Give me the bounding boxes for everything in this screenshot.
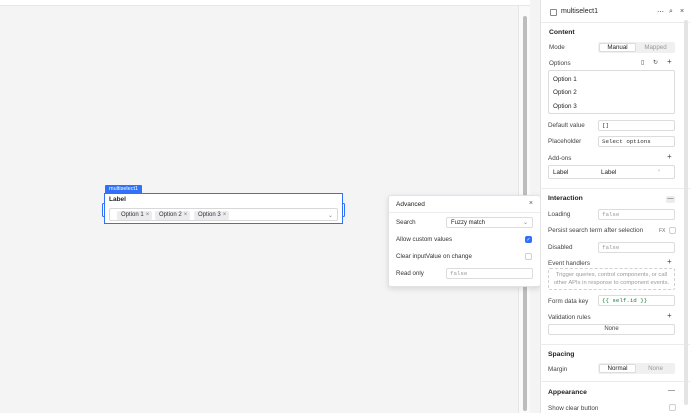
show-clear-button-checkbox[interactable] xyxy=(669,404,676,411)
chip-remove-icon[interactable]: × xyxy=(184,212,188,218)
validation-rules-none[interactable]: None xyxy=(548,324,675,335)
add-event-handler-icon[interactable]: + xyxy=(667,257,672,266)
option-item[interactable]: Option 3 xyxy=(553,103,577,110)
margin-segmented-control[interactable]: Normal None xyxy=(598,363,675,374)
addon-label-row[interactable]: Label Label › xyxy=(548,165,675,179)
loading-label: Loading xyxy=(548,211,571,218)
persist-search-checkbox[interactable] xyxy=(669,227,676,234)
more-icon[interactable]: ⋯ xyxy=(657,8,664,16)
advanced-popover: Advanced × Search Fuzzy match ⌄ Allow cu… xyxy=(388,195,541,287)
default-value-input[interactable]: [] xyxy=(598,120,675,131)
placeholder-label: Placeholder xyxy=(548,138,582,145)
options-label: Options xyxy=(549,60,571,67)
chevron-down-icon: ⌄ xyxy=(522,220,528,226)
add-validation-rule-icon[interactable]: + xyxy=(667,311,672,320)
options-list: Option 1 Option 2 Option 3 xyxy=(548,70,675,114)
selected-chip[interactable]: Option 2 × xyxy=(155,211,191,220)
mode-segmented-control[interactable]: Manual Mapped xyxy=(598,42,675,53)
collapse-icon[interactable]: — xyxy=(666,196,675,203)
multiselect-input[interactable]: Option 1 × Option 2 × Option 3 × ⌄ xyxy=(109,208,338,221)
fx-toggle[interactable]: FX xyxy=(659,228,665,234)
event-handlers-label: Event handlers xyxy=(548,260,591,267)
validation-rules-label: Validation rules xyxy=(548,314,591,321)
mode-mapped-option[interactable]: Mapped xyxy=(637,43,674,52)
chip-label: Option 1 xyxy=(121,212,144,218)
mode-label: Mode xyxy=(549,44,565,51)
close-icon[interactable]: × xyxy=(529,200,533,207)
addon-label-value: Label xyxy=(601,169,617,176)
show-clear-button-label: Show clear button xyxy=(548,405,599,412)
spacing-section-title: Spacing xyxy=(548,351,575,358)
divider xyxy=(540,344,690,345)
component-icon xyxy=(550,9,557,16)
read-only-label: Read only xyxy=(396,270,424,277)
chip-label: Option 2 xyxy=(159,212,182,218)
chip-remove-icon[interactable]: × xyxy=(146,212,150,218)
appearance-section-title: Appearance xyxy=(548,389,587,396)
search-icon[interactable]: ⌕ xyxy=(669,8,673,16)
advanced-title: Advanced xyxy=(396,201,425,208)
interaction-section-title: Interaction xyxy=(548,195,583,202)
multiselect-component[interactable]: Label Option 1 × Option 2 × Option 3 × ⌄ xyxy=(102,193,345,224)
margin-label: Margin xyxy=(548,366,568,373)
read-only-input[interactable]: false xyxy=(446,268,533,279)
allow-custom-values-checkbox[interactable]: ✓ xyxy=(525,236,532,243)
selected-chip[interactable]: Option 1 × xyxy=(117,211,153,220)
margin-normal-option[interactable]: Normal xyxy=(599,364,636,373)
disabled-label: Disabled xyxy=(548,244,573,251)
clear-input-label: Clear inputValue on change xyxy=(396,253,472,260)
form-data-key-input[interactable]: {{ self.id }} xyxy=(598,295,675,306)
multiselect-label: Label xyxy=(109,196,126,203)
placeholder-input[interactable]: Select options xyxy=(598,136,675,147)
component-name-tag[interactable]: multiselect1 xyxy=(105,185,143,193)
collapse-icon[interactable]: — xyxy=(668,387,675,394)
refresh-icon[interactable]: ↻ xyxy=(653,59,658,66)
book-icon[interactable]: ▯ xyxy=(641,59,644,66)
resize-handle-left[interactable] xyxy=(102,203,105,217)
addon-label-name: Label xyxy=(553,169,569,176)
search-mode-select[interactable]: Fuzzy match ⌄ xyxy=(446,217,533,228)
add-addon-icon[interactable]: + xyxy=(667,152,672,161)
persist-search-label: Persist search term after selection xyxy=(548,227,644,234)
search-mode-value: Fuzzy match xyxy=(451,220,486,226)
content-section-title: Content xyxy=(549,29,575,36)
chevron-right-icon: › xyxy=(658,168,660,174)
divider xyxy=(541,22,690,23)
mode-manual-option[interactable]: Manual xyxy=(599,43,636,52)
chip-remove-icon[interactable]: × xyxy=(223,212,227,218)
close-icon[interactable]: × xyxy=(680,8,684,15)
option-item[interactable]: Option 1 xyxy=(553,76,577,83)
chip-label: Option 3 xyxy=(198,212,221,218)
clear-input-checkbox[interactable] xyxy=(525,253,532,260)
event-handlers-empty-state: Trigger queries, control components, or … xyxy=(548,268,675,290)
divider xyxy=(540,188,690,189)
loading-input[interactable]: false xyxy=(598,209,675,220)
resize-handle-right[interactable] xyxy=(342,203,345,217)
chevron-down-icon[interactable]: ⌄ xyxy=(328,212,333,219)
search-label: Search xyxy=(396,219,416,226)
disabled-input[interactable]: false xyxy=(598,242,675,253)
default-value-label: Default value xyxy=(548,122,585,129)
inspector-title[interactable]: multiselect1 xyxy=(561,8,598,15)
addons-label: Add-ons xyxy=(548,155,572,162)
panel-scrollbar[interactable] xyxy=(684,20,688,405)
option-item[interactable]: Option 2 xyxy=(553,89,577,96)
margin-none-option[interactable]: None xyxy=(637,364,674,373)
divider xyxy=(540,381,690,382)
divider xyxy=(389,212,540,213)
form-data-key-label: Form data key xyxy=(548,298,589,305)
selected-chip[interactable]: Option 3 × xyxy=(194,211,230,220)
allow-custom-values-label: Allow custom values xyxy=(396,236,453,243)
add-option-icon[interactable]: + xyxy=(667,57,672,66)
